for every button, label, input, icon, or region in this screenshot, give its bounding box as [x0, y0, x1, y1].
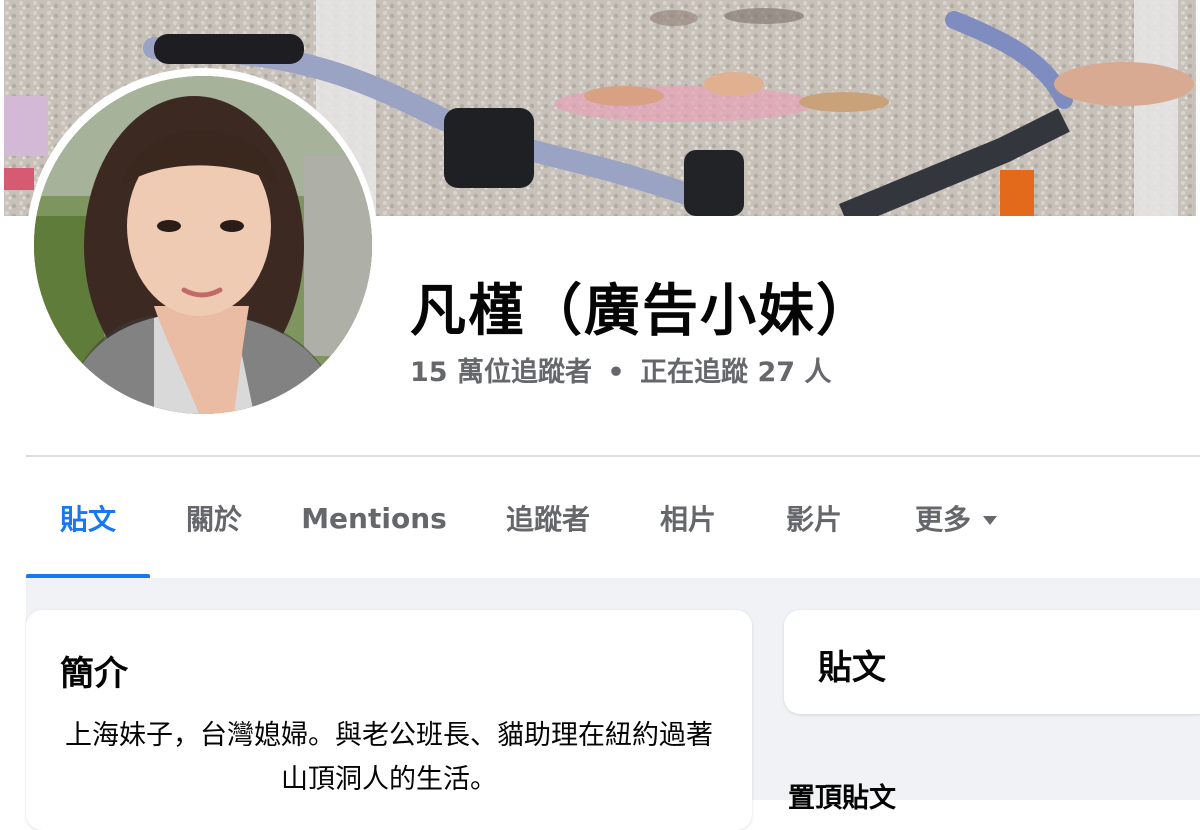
tab-label: 影片 [785, 503, 842, 536]
stats-separator: • [607, 357, 625, 388]
tab-posts[interactable]: 貼文 [26, 458, 150, 578]
tab-label: 關於 [185, 503, 242, 536]
tab-videos[interactable]: 影片 [766, 458, 862, 578]
tab-label: Mentions [301, 501, 447, 535]
profile-tabs: 貼文 關於 Mentions 追蹤者 相片 影片 更多 [26, 458, 1200, 578]
tab-label: 相片 [659, 503, 716, 536]
header-divider [26, 455, 1200, 457]
pinned-posts-label: 置頂貼文 [788, 783, 896, 814]
tab-about[interactable]: 關於 [166, 458, 262, 578]
profile-name: 凡槿（廣告小妹） [410, 279, 874, 344]
intro-title: 簡介 [60, 654, 128, 694]
tab-followers[interactable]: 追蹤者 [492, 458, 604, 578]
tab-label: 更多 [914, 503, 971, 536]
avatar[interactable] [34, 76, 372, 414]
tab-more[interactable]: 更多 [896, 458, 1016, 578]
intro-bio: 上海妹子，台灣媳婦。與老公班長、貓助理在紐約過著山頂洞人的生活。 [65, 720, 713, 795]
following-count[interactable]: 正在追蹤 27 人 [640, 357, 831, 388]
tab-photos[interactable]: 相片 [640, 458, 736, 578]
caret-down-icon [983, 515, 997, 525]
tab-mentions[interactable]: Mentions [296, 458, 452, 578]
posts-card: 貼文 [784, 610, 1200, 714]
avatar-image [34, 76, 372, 414]
followers-count[interactable]: 15 萬位追蹤者 [410, 357, 592, 388]
profile-stats: 15 萬位追蹤者 • 正在追蹤 27 人 [410, 350, 831, 389]
tab-label: 追蹤者 [505, 503, 590, 536]
posts-title: 貼文 [818, 648, 886, 688]
tab-label: 貼文 [59, 503, 116, 536]
intro-card: 簡介 上海妹子，台灣媳婦。與老公班長、貓助理在紐約過著山頂洞人的生活。 [26, 610, 752, 830]
